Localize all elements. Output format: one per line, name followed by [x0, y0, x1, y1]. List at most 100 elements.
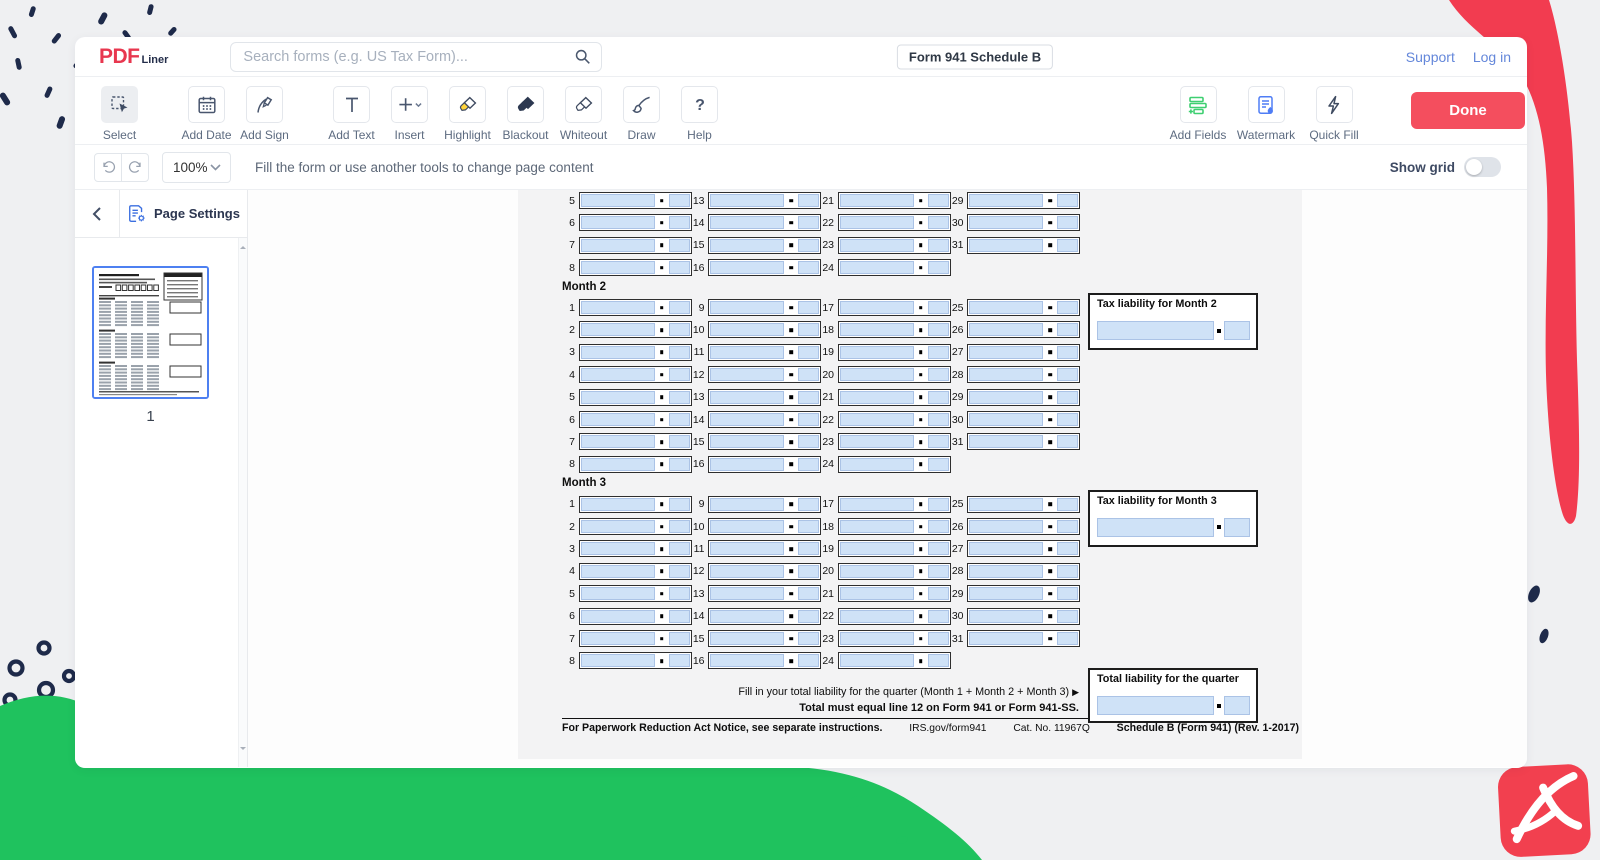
- day-dollars-field[interactable]: [710, 301, 784, 314]
- day-cents-field[interactable]: [928, 413, 949, 426]
- day-cents-field[interactable]: [1057, 194, 1078, 207]
- day-dollars-field[interactable]: [581, 498, 655, 511]
- day-dollars-field[interactable]: [710, 323, 784, 336]
- add-fields-button[interactable]: Add Fields: [1170, 86, 1226, 144]
- day-dollars-field[interactable]: [840, 368, 914, 381]
- day-dollars-field[interactable]: [710, 346, 784, 359]
- day-cents-field[interactable]: [669, 323, 690, 336]
- blackout-button[interactable]: Blackout: [500, 86, 551, 144]
- day-dollars-field[interactable]: [969, 413, 1043, 426]
- day-cents-field[interactable]: [1057, 323, 1078, 336]
- day-dollars-field[interactable]: [969, 587, 1043, 600]
- scroll-down-arrow-icon[interactable]: [240, 747, 246, 753]
- undo-button[interactable]: [94, 153, 122, 182]
- day-cents-field[interactable]: [798, 194, 819, 207]
- day-cents-field[interactable]: [669, 194, 690, 207]
- day-dollars-field[interactable]: [969, 632, 1043, 645]
- watermark-button[interactable]: Watermark: [1238, 86, 1294, 144]
- day-dollars-field[interactable]: [969, 610, 1043, 623]
- day-dollars-field[interactable]: [581, 632, 655, 645]
- day-cents-field[interactable]: [1057, 632, 1078, 645]
- day-dollars-field[interactable]: [581, 239, 655, 252]
- day-cents-field[interactable]: [798, 565, 819, 578]
- day-cents-field[interactable]: [669, 346, 690, 359]
- day-cents-field[interactable]: [669, 587, 690, 600]
- day-cents-field[interactable]: [928, 301, 949, 314]
- day-cents-field[interactable]: [928, 194, 949, 207]
- day-cents-field[interactable]: [798, 368, 819, 381]
- day-dollars-field[interactable]: [840, 391, 914, 404]
- day-dollars-field[interactable]: [840, 632, 914, 645]
- day-dollars-field[interactable]: [581, 301, 655, 314]
- month-total-cents-field[interactable]: [1224, 321, 1250, 340]
- month-total-dollars-field[interactable]: [1097, 321, 1214, 340]
- day-dollars-field[interactable]: [840, 565, 914, 578]
- day-dollars-field[interactable]: [840, 261, 914, 274]
- day-cents-field[interactable]: [669, 301, 690, 314]
- search-icon[interactable]: [574, 48, 591, 65]
- day-cents-field[interactable]: [669, 498, 690, 511]
- day-dollars-field[interactable]: [840, 301, 914, 314]
- day-dollars-field[interactable]: [581, 565, 655, 578]
- day-dollars-field[interactable]: [969, 346, 1043, 359]
- day-dollars-field[interactable]: [581, 194, 655, 207]
- day-dollars-field[interactable]: [840, 610, 914, 623]
- day-cents-field[interactable]: [798, 323, 819, 336]
- day-dollars-field[interactable]: [840, 498, 914, 511]
- day-dollars-field[interactable]: [710, 368, 784, 381]
- day-cents-field[interactable]: [928, 346, 949, 359]
- help-button[interactable]: ? Help: [674, 86, 725, 144]
- day-dollars-field[interactable]: [710, 498, 784, 511]
- day-cents-field[interactable]: [1057, 587, 1078, 600]
- day-dollars-field[interactable]: [710, 194, 784, 207]
- day-dollars-field[interactable]: [710, 610, 784, 623]
- day-cents-field[interactable]: [928, 632, 949, 645]
- day-dollars-field[interactable]: [969, 520, 1043, 533]
- day-dollars-field[interactable]: [840, 323, 914, 336]
- day-dollars-field[interactable]: [581, 458, 655, 471]
- day-dollars-field[interactable]: [969, 498, 1043, 511]
- day-cents-field[interactable]: [928, 391, 949, 404]
- page-settings-button[interactable]: Page Settings: [120, 190, 247, 237]
- day-cents-field[interactable]: [669, 413, 690, 426]
- day-cents-field[interactable]: [669, 632, 690, 645]
- day-dollars-field[interactable]: [969, 239, 1043, 252]
- day-dollars-field[interactable]: [840, 654, 914, 667]
- highlight-button[interactable]: Highlight: [442, 86, 493, 144]
- day-cents-field[interactable]: [798, 301, 819, 314]
- day-cents-field[interactable]: [928, 498, 949, 511]
- day-cents-field[interactable]: [798, 498, 819, 511]
- day-cents-field[interactable]: [928, 565, 949, 578]
- day-dollars-field[interactable]: [969, 323, 1043, 336]
- day-cents-field[interactable]: [669, 435, 690, 448]
- day-dollars-field[interactable]: [840, 413, 914, 426]
- day-cents-field[interactable]: [798, 542, 819, 555]
- day-dollars-field[interactable]: [840, 435, 914, 448]
- day-cents-field[interactable]: [798, 632, 819, 645]
- day-dollars-field[interactable]: [969, 194, 1043, 207]
- day-cents-field[interactable]: [669, 458, 690, 471]
- select-tool-button[interactable]: Select: [94, 86, 145, 144]
- day-dollars-field[interactable]: [710, 654, 784, 667]
- add-text-button[interactable]: Add Text: [326, 86, 377, 144]
- day-dollars-field[interactable]: [581, 323, 655, 336]
- day-dollars-field[interactable]: [840, 239, 914, 252]
- day-dollars-field[interactable]: [710, 542, 784, 555]
- day-dollars-field[interactable]: [840, 587, 914, 600]
- day-dollars-field[interactable]: [840, 346, 914, 359]
- sidebar-collapse-button[interactable]: [75, 190, 120, 237]
- day-dollars-field[interactable]: [840, 194, 914, 207]
- day-cents-field[interactable]: [669, 239, 690, 252]
- day-dollars-field[interactable]: [710, 413, 784, 426]
- day-cents-field[interactable]: [928, 323, 949, 336]
- day-cents-field[interactable]: [928, 520, 949, 533]
- day-dollars-field[interactable]: [840, 216, 914, 229]
- login-link[interactable]: Log in: [1473, 49, 1511, 65]
- support-link[interactable]: Support: [1406, 49, 1455, 65]
- day-dollars-field[interactable]: [581, 391, 655, 404]
- add-date-button[interactable]: Add Date: [181, 86, 232, 144]
- day-cents-field[interactable]: [928, 239, 949, 252]
- day-cents-field[interactable]: [669, 654, 690, 667]
- day-cents-field[interactable]: [928, 368, 949, 381]
- day-dollars-field[interactable]: [581, 216, 655, 229]
